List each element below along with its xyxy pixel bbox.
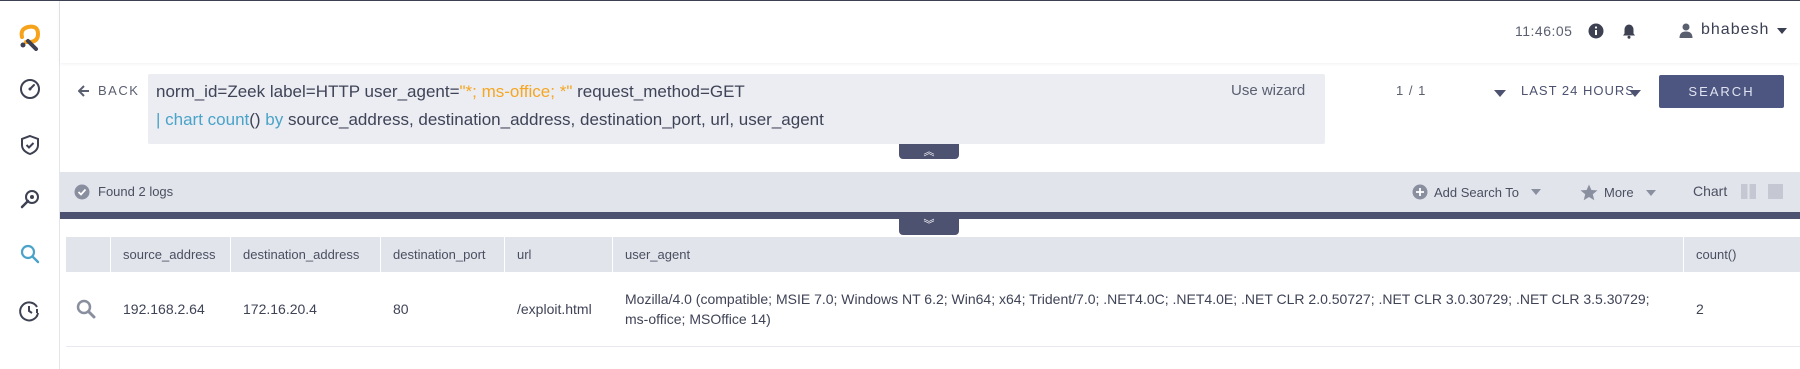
header-user-agent[interactable]: user_agent [613, 237, 1684, 272]
info-icon[interactable] [1588, 23, 1604, 39]
results-toolbar: Found 2 logs Add Search To More Chart [60, 172, 1800, 212]
cell-count[interactable]: 2 [1684, 272, 1800, 346]
header-source-address[interactable]: source_address [111, 237, 231, 272]
bell-icon[interactable] [1621, 23, 1637, 39]
query-command: chart count [165, 110, 250, 129]
more-label: More [1604, 185, 1634, 200]
more-button[interactable]: More [1580, 184, 1656, 201]
shield-check-icon[interactable] [18, 133, 42, 157]
collapse-query-button[interactable]: ︽ [899, 144, 959, 159]
add-search-to-label: Add Search To [1434, 184, 1520, 200]
back-button[interactable]: BACK [78, 83, 139, 98]
alert-clock-icon[interactable] [18, 299, 42, 323]
pagination: 1 / 1 [1396, 83, 1427, 98]
chevron-down-icon [1531, 189, 1542, 195]
chevron-down-icon[interactable] [1629, 90, 1641, 97]
dashboard-icon[interactable] [18, 77, 42, 101]
table-row: 192.168.2.64 172.16.20.4 80 /exploit.htm… [66, 272, 1800, 347]
header-destination-address[interactable]: destination_address [231, 237, 381, 272]
main-area: 11:46:05 bhabesh BACK norm_id=Zeek label… [60, 1, 1800, 369]
chevrons-down-icon: ︾ [923, 219, 935, 231]
query-keyword: by [265, 110, 284, 129]
chevron-down-icon[interactable] [1494, 90, 1506, 97]
top-bar: 11:46:05 bhabesh [60, 1, 1800, 63]
search-button[interactable]: SEARCH [1659, 75, 1784, 108]
check-circle-icon [74, 184, 90, 200]
cell-source-address[interactable]: 192.168.2.64 [111, 272, 231, 346]
query-text: source_address, destination_address, des… [283, 110, 824, 129]
query-text: request_method=GET [572, 82, 745, 101]
expand-results-button[interactable]: ︾ [899, 217, 959, 235]
chart-label: Chart [1693, 183, 1728, 199]
query-string-literal: "*; ms-office; *" [459, 82, 573, 101]
cell-url[interactable]: /exploit.html [505, 272, 613, 346]
chevrons-up-icon: ︽ [923, 146, 935, 158]
sidebar [0, 1, 60, 369]
header-count[interactable]: count() [1684, 237, 1800, 272]
header-url[interactable]: url [505, 237, 613, 272]
query-text: norm_id=Zeek label=HTTP user_agent= [156, 82, 460, 101]
logpoint-logo-icon[interactable] [16, 23, 44, 51]
cell-destination-port[interactable]: 80 [381, 272, 505, 346]
chevron-down-icon[interactable] [1777, 28, 1787, 34]
query-text: () [249, 110, 266, 129]
query-line-1: norm_id=Zeek label=HTTP user_agent="*; m… [156, 82, 745, 102]
full-view-icon[interactable] [1768, 184, 1783, 199]
query-line-2: | chart count() by source_address, desti… [156, 110, 824, 130]
add-search-to-button[interactable]: Add Search To [1412, 184, 1542, 200]
use-wizard-link[interactable]: Use wizard [1231, 82, 1305, 99]
search-icon[interactable] [76, 299, 96, 319]
search-icon[interactable] [18, 242, 42, 266]
cell-destination-address[interactable]: 172.16.20.4 [231, 272, 381, 346]
user-icon[interactable] [1679, 23, 1693, 38]
clock: 11:46:05 [1515, 23, 1573, 39]
cell-user-agent[interactable]: Mozilla/4.0 (compatible; MSIE 7.0; Windo… [613, 272, 1684, 346]
split-view-icon[interactable] [1741, 184, 1756, 199]
header-action-column [66, 237, 111, 272]
found-count: Found 2 logs [98, 184, 174, 199]
query-editor[interactable]: norm_id=Zeek label=HTTP user_agent="*; m… [148, 74, 1325, 144]
arrow-left-icon [78, 84, 89, 97]
query-pipe: | [156, 110, 166, 129]
star-icon [1580, 184, 1598, 201]
time-range-selector[interactable]: LAST 24 HOURS [1521, 83, 1635, 98]
username[interactable]: bhabesh [1701, 21, 1769, 39]
chevron-down-icon [1645, 189, 1656, 196]
header-destination-port[interactable]: destination_port [381, 237, 505, 272]
plus-circle-icon [1412, 184, 1428, 200]
table-header: source_address destination_address desti… [66, 237, 1800, 272]
investigate-icon[interactable] [18, 187, 42, 211]
back-label: BACK [98, 83, 140, 98]
